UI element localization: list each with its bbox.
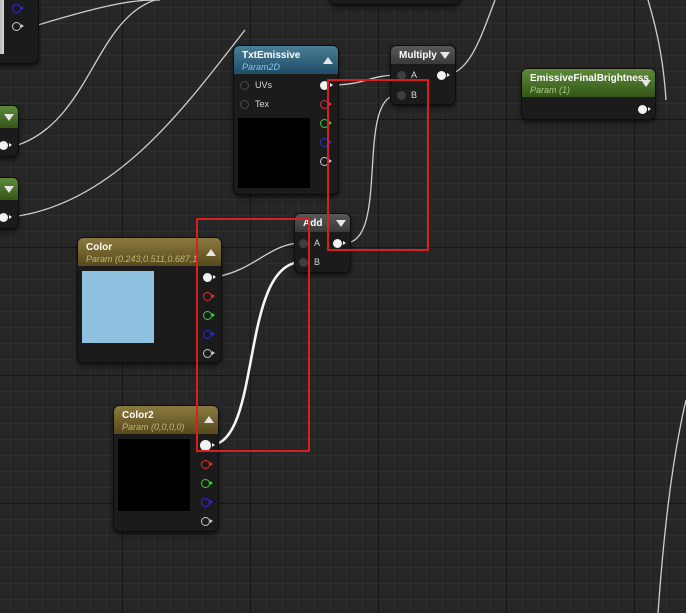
- color2-g-output-pin[interactable]: [201, 479, 213, 488]
- partial-node-white-pin[interactable]: [12, 22, 24, 31]
- partial-node-left-1-output-pin[interactable]: [0, 141, 12, 150]
- partial-node-left-1[interactable]: [0, 106, 18, 156]
- emissivefinalbrightness-subtitle: Param (1): [530, 85, 571, 95]
- highlight-box-multiply-input: [327, 79, 429, 251]
- color2-b-output-pin[interactable]: [201, 498, 213, 507]
- collapse-chevron-icon[interactable]: [641, 80, 651, 87]
- color-subtitle: Param (0.243,0.511,0.687,1: [86, 254, 198, 264]
- wire-right-edge: [657, 399, 686, 613]
- collapse-chevron-icon[interactable]: [4, 186, 14, 193]
- wire-left-lower: [17, 29, 246, 217]
- color2-subtitle: Param (0,0,0,0): [122, 422, 185, 432]
- add-a-label: A: [314, 238, 321, 248]
- emissivefinalbrightness-output-pin[interactable]: [638, 105, 651, 114]
- txtemissive-subtitle: Param2D: [242, 62, 281, 72]
- multiply-output-pin[interactable]: [437, 71, 450, 80]
- collapse-chevron-icon[interactable]: [440, 52, 450, 59]
- color2-a-output-pin[interactable]: [201, 517, 213, 526]
- partial-texture-preview: [0, 0, 4, 54]
- emissivefinalbrightness-node[interactable]: EmissiveFinalBrightness Param (1): [522, 69, 655, 119]
- emissivefinalbrightness-header: EmissiveFinalBrightness Param (1): [522, 69, 655, 97]
- wire-topleft-upper: [37, 0, 161, 26]
- color2-r-output-pin[interactable]: [201, 460, 213, 469]
- uvs-input-label: UVs: [255, 80, 273, 90]
- txtemissive-title: TxtEmissive: [242, 50, 301, 61]
- color2-title: Color2: [122, 410, 154, 421]
- txtemissive-preview: [238, 118, 310, 188]
- uvs-input-pin[interactable]: [240, 81, 249, 90]
- color-title: Color: [86, 242, 113, 253]
- wire-topleft-mid: [17, 0, 156, 146]
- partial-node-top[interactable]: [330, 0, 460, 4]
- collapse-chevron-icon[interactable]: [323, 57, 333, 64]
- partial-node-left-2-output-pin[interactable]: [0, 213, 12, 222]
- color-swatch: [82, 271, 154, 343]
- color2-swatch: [118, 439, 190, 511]
- highlight-box-add-input: [196, 218, 310, 452]
- partial-node-left-2[interactable]: [0, 178, 18, 228]
- tex-input-label: Tex: [255, 99, 270, 109]
- emissivefinalbrightness-title: EmissiveFinalBrightness: [530, 73, 649, 84]
- collapse-chevron-icon[interactable]: [4, 114, 14, 121]
- wire-multiply-out: [447, 0, 496, 76]
- multiply-title: Multiply: [399, 50, 437, 61]
- add-b-label: B: [314, 257, 321, 267]
- partial-node-blue-pin[interactable]: [12, 4, 24, 13]
- txtemissive-node[interactable]: TxtEmissive Param2D UVs Tex: [234, 46, 338, 194]
- partial-texture-node[interactable]: [0, 0, 38, 63]
- tex-input-pin[interactable]: [240, 100, 249, 109]
